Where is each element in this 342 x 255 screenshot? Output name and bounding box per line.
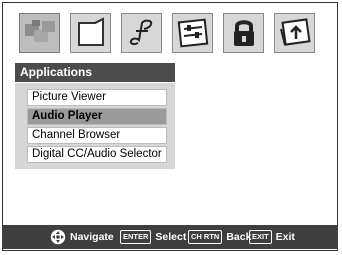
menu-item-channel-browser[interactable]: Channel Browser	[27, 127, 167, 144]
exit-key-icon: EXIT	[249, 230, 272, 244]
help-exit: EXIT Exit	[249, 225, 295, 249]
enter-key-icon: ENTER	[120, 230, 152, 244]
tab-installation[interactable]	[274, 13, 315, 53]
menu-tabs	[19, 13, 339, 59]
navigate-dpad-icon	[50, 229, 66, 245]
panel-title: Applications	[15, 63, 175, 82]
menu-item-picture-viewer[interactable]: Picture Viewer	[27, 89, 167, 106]
menu-item-digital-cc-audio-selector[interactable]: Digital CC/Audio Selector	[27, 146, 167, 163]
tab-applications[interactable]	[19, 13, 60, 53]
help-exit-label: Exit	[275, 231, 295, 243]
tab-locks[interactable]	[223, 13, 264, 53]
setup-icon	[177, 18, 208, 48]
picture-icon	[77, 17, 104, 46]
lock-icon	[233, 20, 254, 46]
help-back: CH RTN Back	[188, 225, 251, 249]
applications-menu: Picture Viewer Audio Player Channel Brow…	[15, 83, 175, 169]
tab-picture[interactable]	[70, 13, 111, 53]
help-select-label: Select	[155, 231, 187, 243]
music-note-icon	[129, 19, 152, 46]
tab-setup[interactable]	[172, 13, 213, 53]
install-icon	[279, 18, 311, 46]
ch-rtn-key-icon: CH RTN	[188, 230, 223, 244]
help-navigate: Navigate	[50, 225, 114, 249]
help-navigate-label: Navigate	[70, 231, 114, 243]
tab-audio[interactable]	[121, 13, 162, 53]
help-select: ENTER Select	[120, 225, 186, 249]
apps-icon	[24, 20, 55, 42]
tv-menu-screen: Applications Picture Viewer Audio Player…	[2, 2, 338, 251]
help-bar: Navigate ENTER Select CH RTN Back EXIT E…	[2, 225, 338, 249]
menu-item-audio-player[interactable]: Audio Player	[27, 108, 167, 125]
help-back-label: Back	[226, 231, 252, 243]
